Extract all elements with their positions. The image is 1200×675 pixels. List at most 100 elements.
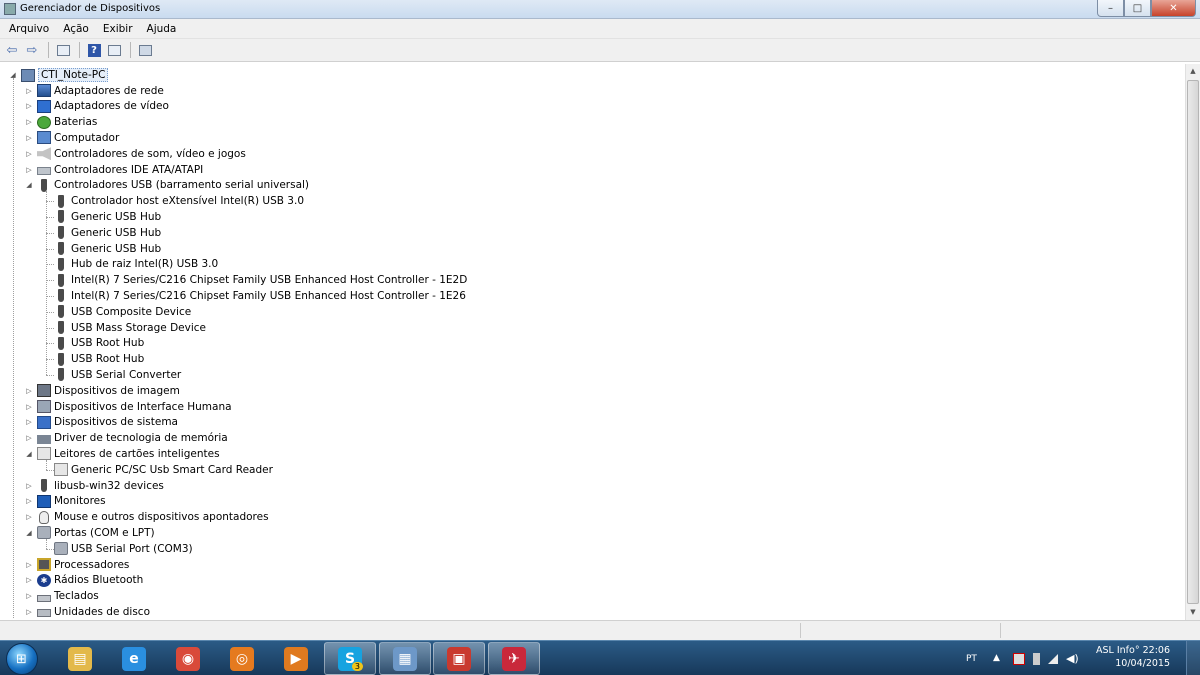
tree-device[interactable]: Controlador host eXtensível Intel(R) USB…: [41, 193, 304, 209]
collapse-arrow-icon[interactable]: ◢: [24, 181, 34, 189]
title-bar[interactable]: Gerenciador de Dispositivos – □ ✕: [0, 0, 1200, 19]
skype-badge: 3: [351, 662, 363, 671]
tree-category[interactable]: ▷ Driver de tecnologia de memória: [24, 430, 227, 446]
network-tray-icon[interactable]: [1047, 653, 1058, 664]
window-title: Gerenciador de Dispositivos: [20, 3, 161, 14]
tree-category[interactable]: ▷ Monitores: [24, 493, 106, 509]
tree-category[interactable]: ▷ Adaptadores de vídeo: [24, 98, 169, 114]
tree-category[interactable]: ▷ Dispositivos de sistema: [24, 414, 178, 430]
tree-category[interactable]: ◢ Portas (COM e LPT): [24, 525, 155, 541]
tree-device[interactable]: USB Mass Storage Device: [41, 320, 206, 336]
asl-app[interactable]: ✈: [488, 642, 540, 675]
tree-category[interactable]: ▷ libusb-win32 devices: [24, 478, 164, 494]
help-button[interactable]: ?: [85, 42, 103, 58]
file-explorer-app[interactable]: ▤: [54, 642, 106, 675]
media-player-app[interactable]: ▶: [270, 642, 322, 675]
close-button[interactable]: ✕: [1151, 0, 1196, 17]
vertical-scrollbar[interactable]: ▲ ▼: [1185, 64, 1200, 620]
expand-arrow-icon[interactable]: ▷: [24, 150, 34, 158]
scan-hardware-button[interactable]: [136, 42, 154, 58]
tree-device[interactable]: Generic USB Hub: [41, 225, 161, 241]
language-indicator[interactable]: PT: [966, 654, 977, 664]
skype-app[interactable]: S3: [324, 642, 376, 675]
scroll-down-button[interactable]: ▼: [1186, 605, 1200, 620]
menu-exibir[interactable]: Exibir: [96, 23, 140, 35]
clock[interactable]: ASL Info° 22:06 10/04/2015: [1096, 644, 1170, 670]
collapse-arrow-icon[interactable]: ◢: [24, 529, 34, 537]
tree-device[interactable]: USB Serial Converter: [41, 367, 181, 383]
tree-device[interactable]: USB Composite Device: [41, 304, 191, 320]
expand-arrow-icon[interactable]: ▷: [24, 403, 34, 411]
expand-arrow-icon[interactable]: ▷: [24, 482, 34, 490]
expand-arrow-icon[interactable]: ▷: [24, 592, 34, 600]
collapse-arrow-icon[interactable]: ◢: [24, 450, 34, 458]
expand-arrow-icon[interactable]: ▷: [24, 387, 34, 395]
expand-arrow-icon[interactable]: ▷: [24, 166, 34, 174]
expand-arrow-icon[interactable]: ▷: [24, 513, 34, 521]
camera-icon: [37, 384, 51, 398]
tree-category[interactable]: ▷ Processadores: [24, 557, 129, 573]
expand-arrow-icon[interactable]: ▷: [24, 134, 34, 142]
tree-category[interactable]: ▷ Controladores de som, vídeo e jogos: [24, 146, 246, 162]
tree-category[interactable]: ▷ Controladores IDE ATA/ATAPI: [24, 162, 203, 178]
expand-arrow-icon[interactable]: ▷: [24, 497, 34, 505]
volume-icon[interactable]: ◀): [1066, 652, 1079, 665]
menu-acao[interactable]: Ação: [56, 23, 96, 35]
tree-device[interactable]: USB Root Hub: [41, 335, 144, 351]
show-hidden-icons-icon[interactable]: ▲: [993, 653, 1005, 665]
tree-device[interactable]: Generic USB Hub: [41, 241, 161, 257]
tree-category[interactable]: ▷ Dispositivos de imagem: [24, 383, 180, 399]
expand-arrow-icon[interactable]: ▷: [24, 608, 34, 616]
tree-category[interactable]: ▷ Computador: [24, 130, 119, 146]
expand-arrow-icon[interactable]: ▷: [24, 561, 34, 569]
menu-arquivo[interactable]: Arquivo: [2, 23, 56, 35]
properties-view-button[interactable]: [54, 42, 72, 58]
show-desktop-button[interactable]: [1186, 641, 1200, 675]
battery-tray-icon[interactable]: [1032, 652, 1040, 665]
expand-arrow-icon[interactable]: ▷: [24, 102, 34, 110]
tree-device[interactable]: Generic PC/SC Usb Smart Card Reader: [41, 462, 273, 478]
tree-device[interactable]: Generic USB Hub: [41, 209, 161, 225]
tree-root[interactable]: ◢ CTI_Note-PC: [8, 67, 109, 83]
tree-device[interactable]: Intel(R) 7 Series/C216 Chipset Family US…: [41, 272, 467, 288]
scroll-up-button[interactable]: ▲: [1186, 64, 1200, 79]
tree-device[interactable]: Hub de raiz Intel(R) USB 3.0: [41, 256, 218, 272]
system-tray: PT ▲ ◀): [966, 641, 1082, 675]
usb-icon: [58, 210, 64, 224]
forward-button[interactable]: ⇨: [23, 42, 41, 58]
tree-category[interactable]: ▷ Baterias: [24, 114, 97, 130]
tree-category[interactable]: ◢ Leitores de cartões inteligentes: [24, 446, 220, 462]
display-adapter-icon: [37, 99, 51, 113]
action-center-icon[interactable]: [1012, 652, 1025, 665]
control-panel-app[interactable]: ▦: [379, 642, 431, 675]
tree-category[interactable]: ▷ ✱ Rádios Bluetooth: [24, 572, 143, 588]
toolbox-app[interactable]: ▣: [433, 642, 485, 675]
minimize-button[interactable]: –: [1097, 0, 1124, 17]
expand-arrow-icon[interactable]: ▷: [24, 118, 34, 126]
back-button[interactable]: ⇦: [3, 42, 21, 58]
menu-ajuda[interactable]: Ajuda: [140, 23, 184, 35]
tree-category[interactable]: ◢ Controladores USB (barramento serial un…: [24, 177, 309, 193]
internet-explorer-app[interactable]: e: [108, 642, 160, 675]
tree-guide-line: [46, 327, 54, 329]
chrome-app[interactable]: ◉: [162, 642, 214, 675]
expand-arrow-icon[interactable]: ▷: [24, 434, 34, 442]
expand-arrow-icon[interactable]: ▷: [24, 576, 34, 584]
tree-category[interactable]: ▷ Mouse e outros dispositivos apontadores: [24, 509, 269, 525]
tree-category[interactable]: ▷ Dispositivos de Interface Humana: [24, 399, 232, 415]
tree-category[interactable]: ▷ Unidades de disco: [24, 604, 150, 620]
expand-arrow-icon[interactable]: ▷: [24, 87, 34, 95]
firefox-app[interactable]: ◎: [216, 642, 268, 675]
tree-device[interactable]: USB Serial Port (COM3): [41, 541, 193, 557]
tree-item-label: Computador: [54, 131, 120, 144]
tree-device[interactable]: Intel(R) 7 Series/C216 Chipset Family US…: [41, 288, 466, 304]
expand-arrow-icon[interactable]: ▷: [24, 418, 34, 426]
maximize-button[interactable]: □: [1124, 0, 1151, 17]
view-button[interactable]: [105, 42, 123, 58]
tree-category[interactable]: ▷ Teclados: [24, 588, 98, 604]
scroll-thumb[interactable]: [1187, 80, 1199, 604]
start-button[interactable]: ⊞: [6, 643, 38, 675]
tree-category[interactable]: ▷ Adaptadores de rede: [24, 83, 164, 99]
device-tree[interactable]: ◢ CTI_Note-PC ▷ Adaptadores de rede ▷ Adapt…: [0, 64, 1185, 620]
tree-device[interactable]: USB Root Hub: [41, 351, 144, 367]
